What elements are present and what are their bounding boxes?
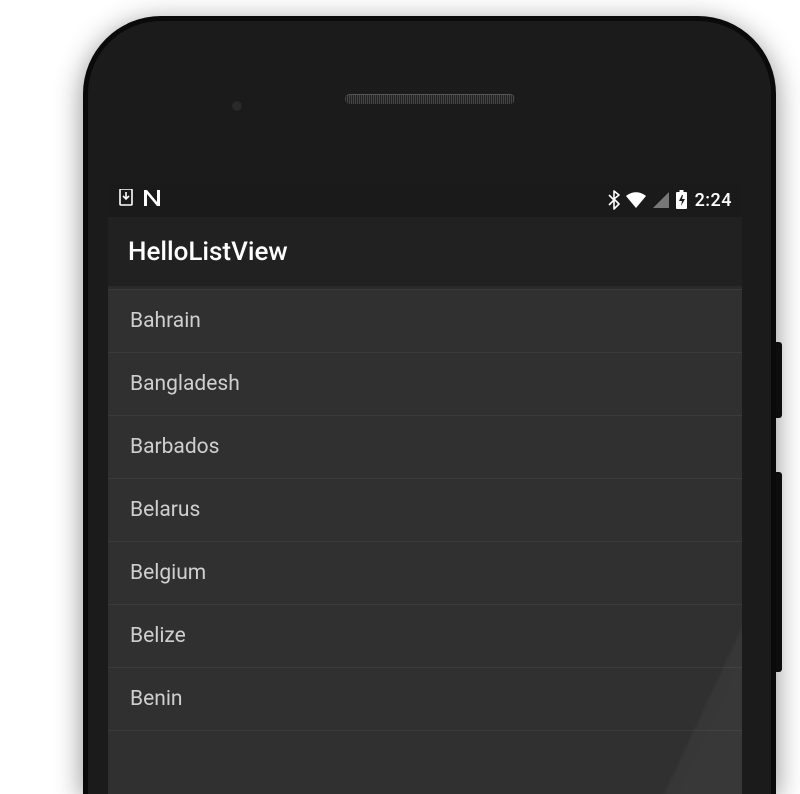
front-camera <box>231 100 243 112</box>
status-right: 2:24 <box>608 190 732 211</box>
list-item-label: Bangladesh <box>130 372 240 396</box>
signal-icon <box>652 191 670 209</box>
list-bottom-space <box>108 731 742 794</box>
list-item[interactable]: Benin <box>108 668 742 731</box>
battery-charging-icon <box>675 190 688 210</box>
status-left <box>118 189 162 212</box>
download-icon <box>118 189 134 212</box>
status-bar[interactable]: 2:24 <box>108 183 742 217</box>
country-list[interactable]: Bahrain Bangladesh Barbados Belarus Belg… <box>108 287 742 794</box>
list-item[interactable]: Belgium <box>108 542 742 605</box>
list-item[interactable]: Barbados <box>108 416 742 479</box>
list-item-label: Belize <box>130 624 186 648</box>
list-item-label: Belgium <box>130 561 206 585</box>
list-item[interactable]: Bahrain <box>108 290 742 353</box>
list-item[interactable]: Bangladesh <box>108 353 742 416</box>
app-bar: HelloListView <box>108 217 742 287</box>
wifi-icon <box>625 191 647 209</box>
list-item[interactable]: Belize <box>108 605 742 668</box>
bluetooth-icon <box>608 190 620 210</box>
power-button <box>776 342 782 418</box>
list-item-label: Benin <box>130 687 183 711</box>
volume-button <box>776 472 782 672</box>
earpiece-speaker <box>345 94 515 104</box>
list-item[interactable]: Belarus <box>108 479 742 542</box>
android-n-icon <box>142 189 162 212</box>
list-item-label: Barbados <box>130 435 220 459</box>
status-clock: 2:24 <box>695 190 732 211</box>
app-title: HelloListView <box>128 237 288 267</box>
phone-frame: 2:24 HelloListView Bahrain Bangladesh Ba… <box>83 16 776 794</box>
list-item-label: Bahrain <box>130 309 201 333</box>
list-item-label: Belarus <box>130 498 200 522</box>
device-screen: 2:24 HelloListView Bahrain Bangladesh Ba… <box>108 183 742 794</box>
